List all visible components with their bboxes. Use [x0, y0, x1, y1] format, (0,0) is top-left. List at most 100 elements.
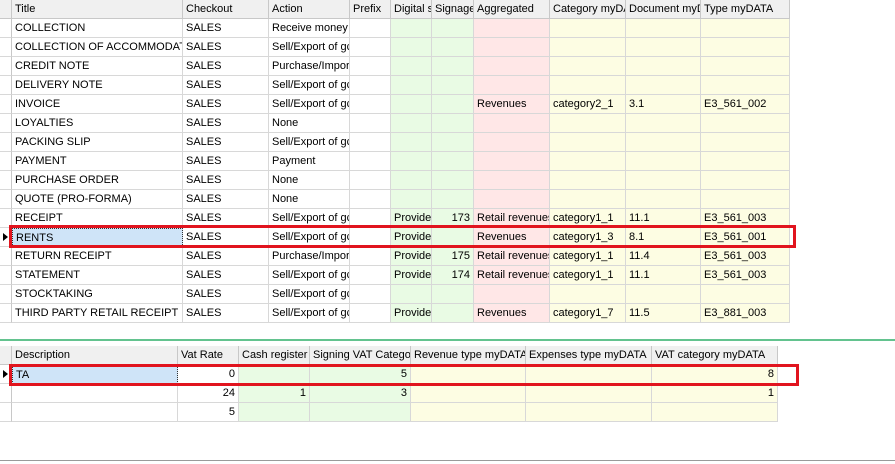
cell-action[interactable]: Payment — [269, 152, 350, 171]
cell-type-mydata[interactable]: E3_561_003 — [701, 247, 790, 266]
cell-digital-signature[interactable] — [391, 152, 432, 171]
cell-digital-signature[interactable] — [391, 114, 432, 133]
cell-digital-signature[interactable] — [391, 133, 432, 152]
cell-type-mydata[interactable] — [701, 19, 790, 38]
cell-prefix[interactable] — [350, 57, 391, 76]
cell-category-mydata[interactable] — [550, 38, 626, 57]
cell-title[interactable]: QUOTE (PRO-FORMA) — [12, 190, 183, 209]
cell-action[interactable]: Sell/Export of gc — [269, 95, 350, 114]
cell-type-mydata[interactable] — [701, 76, 790, 95]
col-header-prefix[interactable]: Prefix — [350, 0, 391, 19]
cell-checkout[interactable]: SALES — [183, 285, 269, 304]
cell-aggregated[interactable] — [474, 114, 550, 133]
col-header-vat-rate[interactable]: Vat Rate — [178, 346, 239, 365]
cell-signage[interactable] — [432, 133, 474, 152]
row-indicator[interactable] — [0, 403, 12, 422]
col-header-aggregated[interactable]: Aggregated — [474, 0, 550, 19]
cell-type-mydata[interactable]: E3_561_002 — [701, 95, 790, 114]
cell-digital-signature[interactable]: Provide — [391, 266, 432, 285]
cell-digital-signature[interactable] — [391, 285, 432, 304]
table-row[interactable]: DELIVERY NOTE SALES Sell/Export of gc — [0, 76, 790, 95]
cell-vat-category-mydata[interactable] — [652, 403, 778, 422]
cell-vat-category-mydata[interactable]: 1 — [652, 384, 778, 403]
col-header-expenses-type-mydata[interactable]: Expenses type myDATA — [526, 346, 652, 365]
cell-checkout[interactable]: SALES — [183, 133, 269, 152]
table-row[interactable]: LOYALTIES SALES None — [0, 114, 790, 133]
cell-action[interactable]: Sell/Export of gc — [269, 76, 350, 95]
table-row[interactable]: PURCHASE ORDER SALES None — [0, 171, 790, 190]
cell-type-mydata[interactable]: E3_881_003 — [701, 304, 790, 323]
row-indicator[interactable] — [0, 247, 12, 266]
cell-title[interactable]: STOCKTAKING — [12, 285, 183, 304]
cell-document-mydata[interactable] — [626, 38, 701, 57]
cell-category-mydata[interactable] — [550, 76, 626, 95]
table-row[interactable]: 24 1 3 1 — [0, 384, 778, 403]
col-header-category-mydata[interactable]: Category myDA — [550, 0, 626, 19]
cell-checkout[interactable]: SALES — [183, 190, 269, 209]
table-row[interactable]: STATEMENT SALES Sell/Export of gc Provide 17… — [0, 266, 790, 285]
cell-action[interactable]: None — [269, 190, 350, 209]
row-indicator[interactable] — [0, 114, 12, 133]
cell-category-mydata[interactable]: category2_1 — [550, 95, 626, 114]
cell-title[interactable]: COLLECTION — [12, 19, 183, 38]
cell-action[interactable]: Sell/Export of gc — [269, 285, 350, 304]
cell-type-mydata[interactable] — [701, 285, 790, 304]
cell-prefix[interactable] — [350, 266, 391, 285]
cell-aggregated[interactable]: Retail revenues — [474, 247, 550, 266]
cell-checkout[interactable]: SALES — [183, 95, 269, 114]
cell-title[interactable]: CREDIT NOTE — [12, 57, 183, 76]
cell-aggregated[interactable]: Retail revenues — [474, 266, 550, 285]
cell-title[interactable]: PAYMENT — [12, 152, 183, 171]
cell-title[interactable]: DELIVERY NOTE — [12, 76, 183, 95]
cell-category-mydata[interactable] — [550, 171, 626, 190]
cell-prefix[interactable] — [350, 114, 391, 133]
row-indicator[interactable] — [0, 384, 12, 403]
cell-prefix[interactable] — [350, 190, 391, 209]
cell-category-mydata[interactable]: category1_1 — [550, 247, 626, 266]
table-row[interactable]: COLLECTION SALES Receive money — [0, 19, 790, 38]
cell-revenue-type-mydata[interactable] — [411, 384, 526, 403]
col-header-checkout[interactable]: Checkout — [183, 0, 269, 19]
cell-document-mydata[interactable] — [626, 171, 701, 190]
row-indicator[interactable] — [0, 190, 12, 209]
cell-signage[interactable]: 174 — [432, 266, 474, 285]
row-indicator[interactable] — [0, 76, 12, 95]
cell-vat-rate[interactable]: 5 — [178, 403, 239, 422]
cell-checkout[interactable]: SALES — [183, 76, 269, 95]
cell-action[interactable]: Sell/Export of gc — [269, 304, 350, 323]
cell-checkout[interactable]: SALES — [183, 247, 269, 266]
cell-category-mydata[interactable] — [550, 152, 626, 171]
col-header-vat-category-mydata[interactable]: VAT category myDATA — [652, 346, 778, 365]
cell-document-mydata[interactable] — [626, 76, 701, 95]
cell-signage[interactable] — [432, 114, 474, 133]
row-indicator[interactable] — [0, 171, 12, 190]
cell-type-mydata[interactable]: E3_561_003 — [701, 266, 790, 285]
cell-category-mydata[interactable] — [550, 285, 626, 304]
cell-type-mydata[interactable] — [701, 171, 790, 190]
cell-checkout[interactable]: SALES — [183, 19, 269, 38]
cell-category-mydata[interactable] — [550, 57, 626, 76]
cell-prefix[interactable] — [350, 285, 391, 304]
cell-prefix[interactable] — [350, 19, 391, 38]
cell-signing-vat-category[interactable] — [310, 403, 411, 422]
cell-category-mydata[interactable]: category1_1 — [550, 266, 626, 285]
cell-document-mydata[interactable]: 11.1 — [626, 266, 701, 285]
panel-splitter[interactable] — [0, 339, 895, 344]
cell-category-mydata[interactable] — [550, 133, 626, 152]
cell-document-mydata[interactable] — [626, 285, 701, 304]
cell-aggregated[interactable]: Revenues — [474, 304, 550, 323]
cell-type-mydata[interactable] — [701, 57, 790, 76]
cell-action[interactable]: Sell/Export of gc — [269, 266, 350, 285]
cell-prefix[interactable] — [350, 152, 391, 171]
cell-type-mydata[interactable] — [701, 114, 790, 133]
cell-digital-signature[interactable] — [391, 171, 432, 190]
row-indicator[interactable] — [0, 19, 12, 38]
col-header-signage[interactable]: Signage — [432, 0, 474, 19]
col-header-digital-signature[interactable]: Digital s — [391, 0, 432, 19]
cell-digital-signature[interactable]: Provide — [391, 247, 432, 266]
table-row[interactable]: PAYMENT SALES Payment — [0, 152, 790, 171]
col-header-type-mydata[interactable]: Type myDATA — [701, 0, 790, 19]
cell-digital-signature[interactable] — [391, 38, 432, 57]
cell-cash-register[interactable] — [239, 403, 310, 422]
cell-prefix[interactable] — [350, 133, 391, 152]
